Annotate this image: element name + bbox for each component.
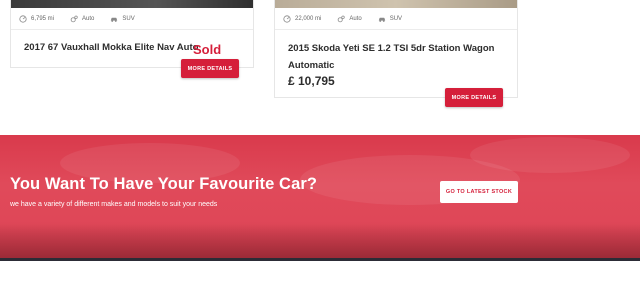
body-value: SUV <box>122 15 135 22</box>
spec-transmission: Auto <box>337 15 362 23</box>
car-icon <box>378 17 385 22</box>
spec-bar: 22,000 mi Auto SUV <box>275 8 517 30</box>
listing-title[interactable]: 2017 67 Vauxhall Mokka Elite Nav Auto <box>24 39 204 56</box>
spec-bar: 6,795 mi Auto SUV <box>11 8 253 30</box>
banner-title: You Want To Have Your Favourite Car? <box>10 175 318 193</box>
banner-cloud <box>470 137 630 173</box>
gear-icon <box>338 15 345 22</box>
body-value: SUV <box>389 15 403 22</box>
gear-icon <box>70 15 78 22</box>
footer-strip <box>0 258 640 261</box>
transmission-value: Auto <box>82 15 95 22</box>
transmission-value: Auto <box>349 15 362 22</box>
more-details-button[interactable]: MORE DETAILS <box>181 59 239 78</box>
promo-banner: You Want To Have Your Favourite Car? we … <box>0 135 640 258</box>
spec-transmission: Auto <box>70 15 94 23</box>
listing-card: 22,000 mi Auto SUV 2015 Skoda Yeti SE 1.… <box>274 0 518 98</box>
sold-badge: Sold <box>193 42 222 57</box>
car-icon <box>111 17 118 22</box>
listing-card: 6,795 mi Auto SUV 2017 67 Vauxhall Mokka… <box>10 0 254 68</box>
spec-body: SUV <box>378 15 402 23</box>
speedometer-icon <box>283 14 291 23</box>
listing-title[interactable]: 2015 Skoda Yeti SE 1.2 TSI 5dr Station W… <box>288 40 498 74</box>
mileage-value: 6,795 mi <box>31 15 55 22</box>
vehicle-image[interactable] <box>11 0 253 8</box>
latest-stock-button[interactable]: GO TO LATEST STOCK <box>440 181 518 203</box>
spec-body: SUV <box>110 15 135 23</box>
listing-price: £ 10,795 <box>288 74 335 88</box>
mileage-value: 22,000 mi <box>295 15 322 22</box>
spec-mileage: 22,000 mi <box>283 14 322 23</box>
banner-subtitle: we have a variety of different makes and… <box>10 201 218 208</box>
spec-mileage: 6,795 mi <box>19 14 55 23</box>
speedometer-icon <box>19 14 27 23</box>
more-details-button[interactable]: MORE DETAILS <box>445 88 503 107</box>
banner-horizon <box>0 224 640 258</box>
vehicle-image[interactable] <box>275 0 517 8</box>
